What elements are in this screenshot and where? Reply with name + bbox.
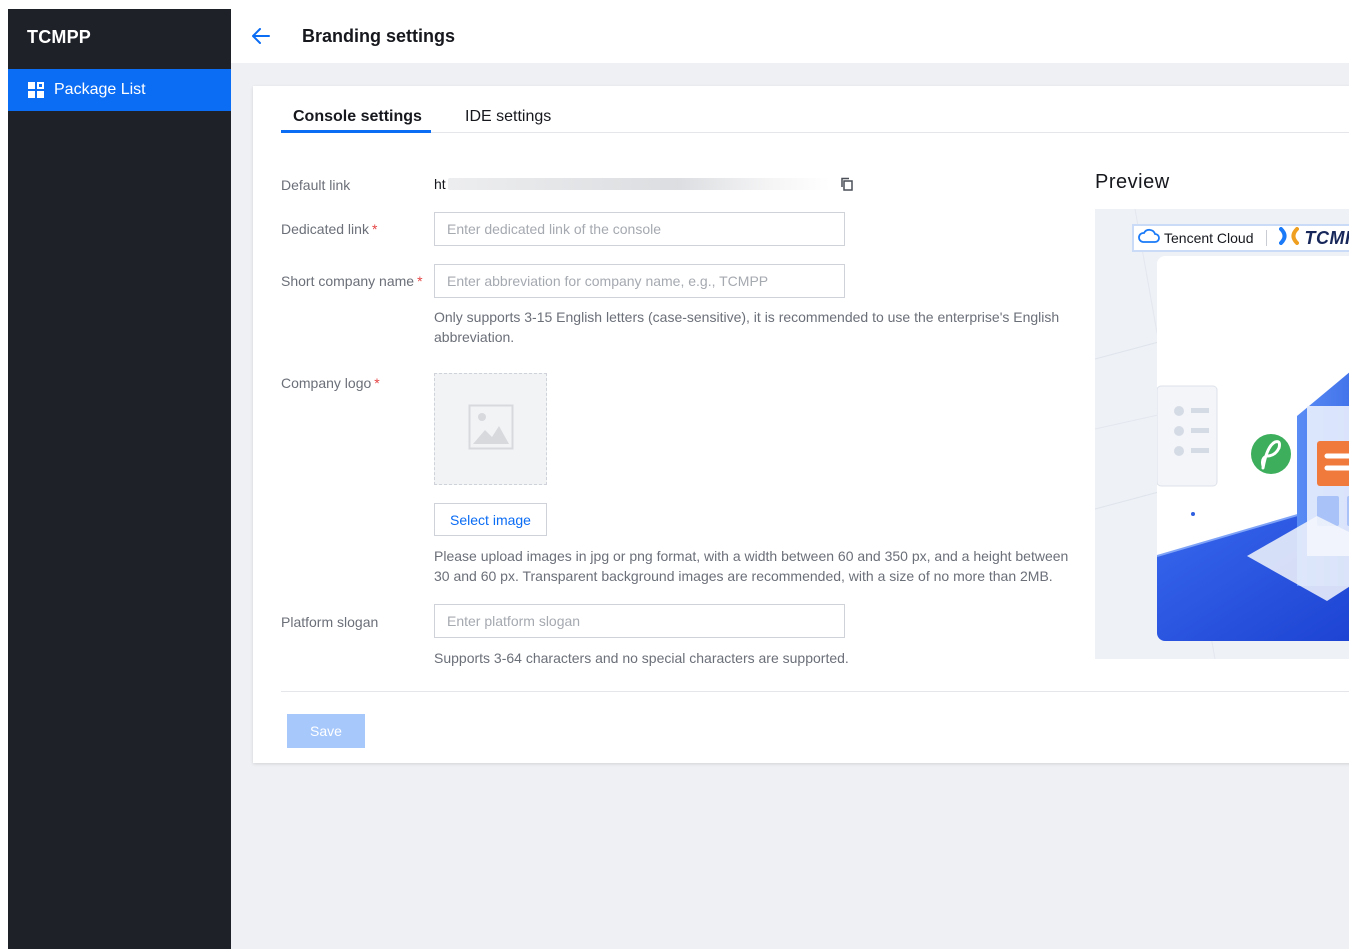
tab-ide-settings[interactable]: IDE settings	[465, 108, 551, 126]
dedicated-link-input[interactable]	[434, 212, 845, 246]
preview-brand-text: Tencent Cloud	[1164, 230, 1254, 246]
preview-product-text: TCMI	[1304, 227, 1349, 248]
required-mark: *	[371, 221, 378, 237]
page-title: Branding settings	[302, 25, 456, 46]
select-image-button[interactable]: Select image	[434, 503, 547, 536]
grid-icon	[28, 82, 44, 98]
preview-brand-bar: Tencent Cloud TCMI	[1132, 224, 1349, 252]
active-tab-indicator	[281, 130, 431, 133]
dedicated-link-label: Dedicated link *	[281, 221, 378, 237]
tab-bar: Console settings IDE settings	[281, 86, 1349, 133]
default-link-text: ht	[434, 176, 446, 192]
sidebar-item-label: Package List	[54, 81, 146, 98]
company-logo-label: Company logo *	[281, 375, 380, 391]
preview-image: Tencent Cloud TCMI	[1095, 209, 1349, 659]
short-company-name-input[interactable]	[434, 264, 845, 298]
preview-title: Preview	[1095, 171, 1170, 193]
preview-separator	[1265, 230, 1267, 246]
platform-slogan-label: Platform slogan	[281, 614, 379, 630]
tab-console-settings[interactable]: Console settings	[293, 108, 422, 126]
tcmpp-logo-icon	[1278, 226, 1299, 250]
redacted-link	[447, 178, 830, 190]
page-header: Branding settings	[231, 9, 1349, 63]
short-company-name-hint: Only supports 3-15 English letters (case…	[434, 309, 1060, 345]
settings-card: Console settings IDE settings Default li…	[253, 86, 1349, 763]
sidebar-item-package-list[interactable]: Package List	[8, 69, 231, 111]
copy-icon[interactable]	[840, 177, 854, 191]
platform-slogan-hint: Supports 3-64 characters and no special …	[434, 650, 849, 666]
app-logo: TCMPP	[27, 27, 91, 47]
arrow-left-icon[interactable]	[251, 26, 271, 46]
required-mark: *	[417, 273, 423, 289]
preview-illustration	[1157, 372, 1349, 641]
default-link-value: ht	[434, 176, 854, 192]
divider	[281, 691, 1349, 692]
image-placeholder-icon	[468, 404, 514, 455]
preview-illustration-panel	[1157, 256, 1349, 641]
cloud-icon	[1138, 228, 1160, 249]
platform-slogan-input[interactable]	[434, 604, 845, 638]
save-button[interactable]: Save	[287, 714, 365, 748]
default-link-label: Default link	[281, 177, 351, 193]
short-company-name-label: Short company name *	[281, 273, 423, 289]
company-logo-hint: Please upload images in jpg or png forma…	[434, 548, 1069, 584]
sidebar: TCMPP Package List	[8, 9, 231, 949]
logo-upload-area[interactable]	[434, 373, 547, 485]
app-frame: TCMPP Package List Branding settings Con…	[8, 9, 1349, 949]
required-mark: *	[374, 375, 380, 391]
